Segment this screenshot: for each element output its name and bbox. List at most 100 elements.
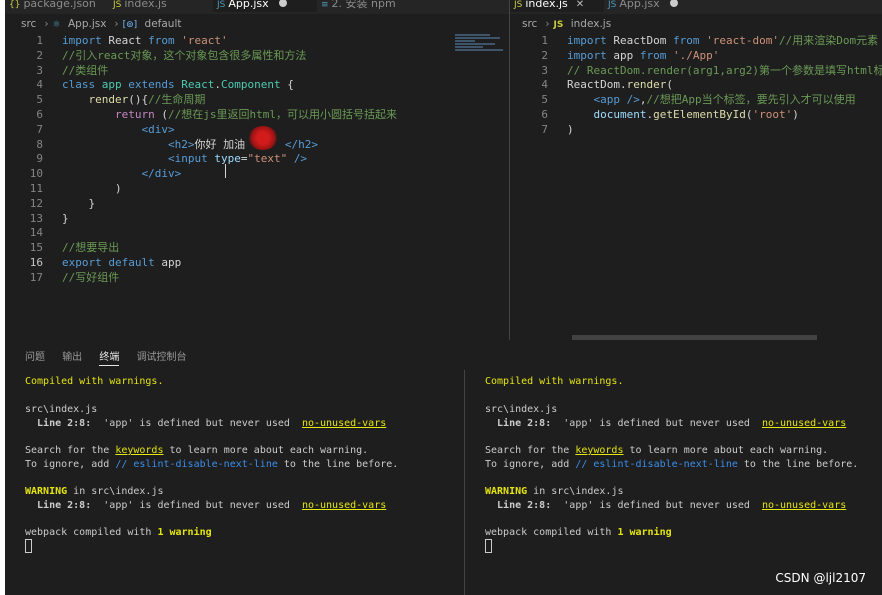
tab-label: 2. 安装 npm — [331, 0, 396, 10]
code-token: //想在js里返回html，可以用小圆括号括起来 — [167, 107, 397, 121]
modified-dot-icon[interactable] — [278, 0, 287, 7]
breadcrumb-item[interactable]: src — [21, 18, 36, 30]
code-token: React — [108, 34, 149, 47]
code-token: app — [613, 48, 640, 62]
tab-terminal[interactable]: 终端 — [99, 348, 120, 366]
code-token: //想把App当个标签，要先引入才可以使用 — [646, 93, 856, 107]
code-line[interactable]: 2 //引入react对象，这个对象包含很多属性和方法 — [5, 49, 509, 64]
code-token: , — [639, 93, 647, 107]
tab-package-json[interactable]: {} package.json — [5, 0, 109, 12]
code-line[interactable]: 1 import ReactDom from 'react-dom'//用来渲染D… — [510, 34, 882, 49]
tab-install-npm[interactable]: ≡ 2. 安装 npm — [317, 0, 427, 12]
left-code-area[interactable]: 1 import React from 'react' 2 //引入react对象，这… — [5, 34, 509, 286]
code-token: render — [88, 93, 129, 107]
code-token: /> — [626, 93, 640, 107]
code-line[interactable]: 14 — [5, 226, 509, 241]
warning-header: WARNING in src\index.js — [485, 486, 624, 497]
code-token: <app — [593, 93, 627, 107]
warning-line: Line 2:8: 'app' is defined but never use… — [25, 418, 387, 429]
code-text: import ReactDom from 'react-dom'//用来渲染Do… — [567, 34, 878, 49]
code-line[interactable]: 1 import React from 'react' — [5, 34, 509, 49]
code-token: (){ — [128, 93, 149, 107]
code-line[interactable]: 6 return (//想在js里返回html，可以用小圆括号括起来 — [5, 108, 509, 123]
close-icon[interactable]: ✕ — [576, 0, 584, 10]
line-number: 6 — [36, 107, 43, 121]
watermark: CSDN @ljl2107 — [775, 571, 866, 585]
line-number: 7 — [36, 122, 43, 136]
code-line[interactable]: 3 // ReactDom.render(arg1,arg2)第一个参数是填写ht… — [510, 64, 882, 79]
line-number: 9 — [36, 152, 43, 166]
code-token: . — [214, 78, 221, 92]
tab-app-jsx[interactable]: JS App.jsx — [604, 0, 698, 12]
code-line[interactable]: 17 //写好组件 — [5, 271, 509, 286]
code-text: export default app — [62, 256, 181, 271]
code-token: default — [108, 255, 162, 269]
code-line[interactable]: 6 document.getElementById('root') — [510, 108, 882, 123]
code-line[interactable]: 9 <input type="text" /> — [5, 152, 509, 167]
code-line[interactable]: 4 ReactDom.render( — [510, 78, 882, 93]
breadcrumb-item[interactable]: App.jsx — [68, 18, 106, 30]
code-token: './App' — [672, 48, 720, 62]
terminal-right[interactable]: Compiled with warnings. src\index.js Lin… — [464, 370, 882, 595]
code-token: import — [62, 34, 109, 47]
tab-debug-console[interactable]: 调试控制台 — [137, 348, 187, 363]
symbol-icon: [⊚] — [122, 20, 138, 30]
warning-line: Line 2:8: 'app' is defined but never use… — [485, 418, 847, 429]
code-line[interactable]: 5 <app />,//想把App当个标签，要先引入才可以使用 — [510, 93, 882, 108]
code-text: // ReactDom.render(arg1,arg2)第一个参数是填写htm… — [567, 64, 882, 79]
search-hint: Search for the keywords to learn more ab… — [25, 445, 369, 456]
line-number: 13 — [29, 211, 43, 225]
code-token: class — [62, 78, 102, 92]
line-number: 4 — [36, 78, 43, 92]
code-line[interactable]: 15 //想要导出 — [5, 241, 509, 256]
code-token: ReactDom — [613, 34, 673, 47]
chevron-right-icon: › — [114, 18, 119, 30]
terminal-left[interactable]: Compiled with warnings. src\index.js Lin… — [5, 370, 463, 595]
code-line[interactable]: 5 render(){//生命周期 — [5, 93, 509, 108]
code-line[interactable]: 11 ) — [5, 182, 509, 197]
modified-dot-icon[interactable] — [669, 0, 678, 7]
code-line[interactable]: 7) — [510, 123, 882, 138]
breadcrumb-item[interactable]: index.js — [571, 18, 611, 30]
code-text: //类组件 — [62, 64, 108, 79]
code-line[interactable]: 12 } — [5, 197, 509, 212]
code-line[interactable]: 16 export default app — [5, 256, 509, 271]
code-token: </div> — [141, 167, 182, 181]
code-text: ) — [62, 182, 122, 197]
code-text: render(){//生命周期 — [62, 93, 206, 108]
code-token: <input — [167, 152, 215, 166]
code-line[interactable]: 10 </div> — [5, 167, 509, 182]
right-code-area[interactable]: 1 import ReactDom from 'react-dom'//用来渲染D… — [510, 34, 882, 138]
code-text: return (//想在js里返回html，可以用小圆括号括起来 — [62, 108, 397, 123]
left-tab-bar: {} package.json JS index.js JS App.jsx ≡ 2. … — [5, 0, 509, 14]
code-token: //写好组件 — [62, 270, 120, 284]
code-token: { — [287, 78, 294, 92]
code-line[interactable]: 3 //类组件 — [5, 64, 509, 79]
tab-index-js[interactable]: JS index.js — [109, 0, 213, 12]
tab-app-jsx[interactable]: JS App.jsx — [213, 0, 317, 12]
code-token: from — [672, 34, 707, 47]
js-file-icon: JS — [553, 20, 564, 30]
line-number: 7 — [541, 122, 548, 136]
code-token: from — [639, 48, 673, 62]
code-line[interactable]: 4 class app extends React.Component { — [5, 78, 509, 93]
tab-problems[interactable]: 问题 — [25, 348, 45, 363]
code-token: 'react-dom' — [706, 34, 779, 47]
code-token: //用来渲染Dom元素 — [778, 34, 879, 47]
code-token: React — [181, 78, 215, 92]
code-line[interactable]: 13} — [5, 212, 509, 227]
minimap[interactable] — [455, 34, 505, 54]
warning-file: src\index.js — [25, 404, 98, 415]
breadcrumb-item[interactable]: src — [522, 18, 537, 30]
tab-label: App.jsx — [228, 0, 269, 10]
json-icon: {} — [9, 0, 21, 10]
code-line[interactable]: 2 import app from './App' — [510, 49, 882, 64]
chevron-right-icon: › — [545, 18, 550, 30]
panel-tab-bar: 问题 输出 终端 调试控制台 — [25, 348, 201, 366]
tab-output[interactable]: 输出 — [62, 348, 82, 363]
tab-index-js[interactable]: JS index.js ✕ — [510, 0, 604, 12]
breadcrumb-item[interactable]: default — [145, 18, 182, 30]
code-token: from — [148, 34, 182, 47]
